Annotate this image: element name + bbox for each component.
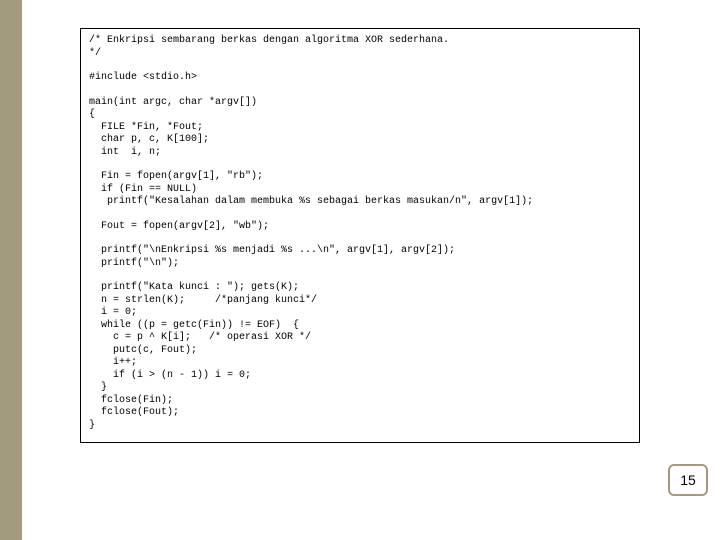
code-line: printf("Kesalahan dalam membuka %s sebag… (89, 196, 631, 209)
page-number: 15 (680, 472, 696, 488)
code-line: n = strlen(K); /*panjang kunci*/ (89, 295, 631, 308)
code-line: Fout = fopen(argv[2], "wb"); (89, 221, 631, 234)
code-line: { (89, 109, 631, 122)
code-line: c = p ^ K[i]; /* operasi XOR */ (89, 332, 631, 345)
left-accent-stripe (0, 0, 22, 540)
code-line: */ (89, 48, 631, 61)
code-line: putc(c, Fout); (89, 345, 631, 358)
code-line: fclose(Fin); (89, 395, 631, 408)
code-line: main(int argc, char *argv[]) (89, 97, 631, 110)
code-line: if (i > (n - 1)) i = 0; (89, 370, 631, 383)
code-line: fclose(Fout); (89, 407, 631, 420)
code-line: char p, c, K[100]; (89, 134, 631, 147)
code-line: Fin = fopen(argv[1], "rb"); (89, 171, 631, 184)
code-line: printf("\nEnkripsi %s menjadi %s ...\n",… (89, 245, 631, 258)
code-listing-box: /* Enkripsi sembarang berkas dengan algo… (80, 28, 640, 443)
code-line: while ((p = getc(Fin)) != EOF) { (89, 320, 631, 333)
code-line: if (Fin == NULL) (89, 184, 631, 197)
code-line: printf("\n"); (89, 258, 631, 271)
code-line: } (89, 382, 631, 395)
code-line: int i, n; (89, 147, 631, 160)
code-line: FILE *Fin, *Fout; (89, 122, 631, 135)
code-line: /* Enkripsi sembarang berkas dengan algo… (89, 35, 631, 48)
code-line: #include <stdio.h> (89, 72, 631, 85)
code-line: i++; (89, 357, 631, 370)
code-line: i = 0; (89, 307, 631, 320)
page-number-badge: 15 (668, 464, 708, 496)
code-line: printf("Kata kunci : "); gets(K); (89, 282, 631, 295)
code-line: } (89, 420, 631, 433)
